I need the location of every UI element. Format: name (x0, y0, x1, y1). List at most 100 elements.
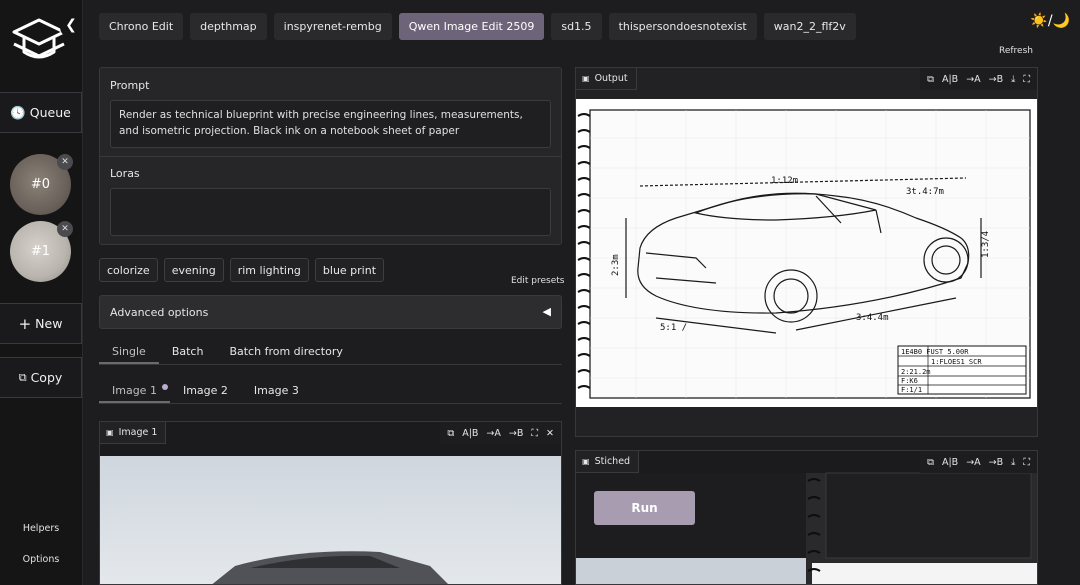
send-to-b-button[interactable]: →B (986, 74, 1006, 85)
image-icon: ▣ (106, 428, 114, 437)
queue-item[interactable]: #1 ✕ (10, 221, 73, 282)
modified-dot-icon (161, 384, 168, 390)
tab-chrono-edit[interactable]: Chrono Edit (99, 13, 184, 40)
tab-wan22-flf2v[interactable]: wan2_2_flf2v (763, 13, 856, 40)
queue-button[interactable]: 🕓 Queue (0, 92, 82, 133)
output-toolbar: ⧉ A|B →A →B ⤓ ⛶ (920, 68, 1037, 90)
tab-inspyrenet-rembg[interactable]: inspyrenet-rembg (273, 13, 392, 40)
image-icon: ▣ (582, 457, 590, 466)
tab-qwen-image-edit[interactable]: Qwen Image Edit 2509 (398, 13, 545, 40)
theme-toggle[interactable]: ☀️/🌙 (1030, 13, 1070, 29)
mode-tabs: Single Batch Batch from directory (99, 341, 562, 365)
fullscreen-icon[interactable]: ⛶ (528, 428, 541, 439)
advanced-options-label: Advanced options (110, 305, 209, 319)
fullscreen-icon[interactable]: ⛶ (1020, 457, 1033, 468)
chevron-left-icon: ❮ (65, 17, 77, 33)
queue-item-label: #1 (30, 244, 51, 259)
caret-left-icon: ◀ (542, 305, 551, 318)
swap-ab-button[interactable]: A|B (939, 74, 961, 85)
tab-image-1[interactable]: Image 1 (99, 380, 170, 403)
tab-image-1-label: Image 1 (112, 384, 157, 397)
queue-item[interactable]: #0 ✕ (10, 154, 73, 215)
download-icon[interactable]: ⤓ (1008, 74, 1018, 85)
loras-input[interactable] (110, 188, 551, 236)
sidebar: ❮ 🕓 Queue #0 ✕ #1 ✕ + New ⧉ Copy Helpers… (0, 0, 83, 585)
tab-image-2[interactable]: Image 2 (170, 380, 241, 403)
preset-list: colorize evening rim lighting blue print (99, 258, 385, 282)
download-icon[interactable]: ⤓ (1008, 457, 1018, 468)
copy-image-icon[interactable]: ⧉ (924, 74, 937, 85)
swap-ab-button[interactable]: A|B (939, 457, 961, 468)
dim-top-label: 1:12m (771, 176, 798, 186)
image1-toolbar: ⧉ A|B →A →B ⛶ ✕ (440, 422, 561, 444)
new-label: New (35, 316, 63, 331)
output-label: Output (594, 73, 628, 84)
new-button[interactable]: + New (0, 303, 82, 344)
copy-image-icon[interactable]: ⧉ (444, 428, 457, 439)
stiched-label: Stiched (594, 456, 631, 467)
copy-image-icon[interactable]: ⧉ (924, 457, 937, 468)
run-button[interactable]: Run (594, 491, 695, 525)
options-link[interactable]: Options (0, 554, 82, 565)
title-row-4: F:K6 (901, 377, 918, 385)
loras-label: Loras (110, 167, 140, 180)
collapse-sidebar-button[interactable]: ❮ (60, 12, 82, 38)
close-icon[interactable]: ✕ (57, 221, 73, 237)
preset-blue-print[interactable]: blue print (314, 258, 385, 282)
advanced-options-accordion[interactable]: Advanced options ◀ (99, 295, 562, 329)
dim-bottom-right-label: 3:4.4m (856, 313, 889, 323)
output-box: 1:12m 3t.4:7m 2:3m 1:3/4 5:1 / 3:4.4m 1E… (575, 67, 1038, 437)
close-icon[interactable]: ✕ (57, 154, 73, 170)
stiched-label-tag: ▣ Stiched (576, 451, 640, 473)
close-icon[interactable]: ✕ (543, 428, 557, 439)
send-to-a-button[interactable]: →A (963, 457, 983, 468)
dim-right-label: 3t.4:7m (906, 187, 944, 197)
divider (100, 156, 561, 157)
send-to-b-button[interactable]: →B (986, 457, 1006, 468)
copy-icon: ⧉ (18, 370, 27, 384)
title-row-5: F:1/1 (901, 386, 922, 394)
stiched-toolbar: ⧉ A|B →A →B ⤓ ⛶ (920, 451, 1037, 473)
tab-batch[interactable]: Batch (159, 341, 217, 364)
edit-presets-link[interactable]: Edit presets (511, 276, 565, 286)
tab-batch-from-directory[interactable]: Batch from directory (216, 341, 355, 364)
image1-label-tag: ▣ Image 1 (100, 422, 167, 444)
copy-button[interactable]: ⧉ Copy (0, 357, 82, 398)
app-root: ❮ 🕓 Queue #0 ✕ #1 ✕ + New ⧉ Copy Helpers… (0, 0, 1080, 585)
prompt-panel: Prompt Render as technical blueprint wit… (99, 67, 562, 245)
tab-sd15[interactable]: sd1.5 (551, 13, 602, 40)
dim-side-label: 1:3/4 (981, 231, 991, 258)
send-to-b-button[interactable]: →B (506, 428, 526, 439)
input-car-photo (100, 456, 561, 584)
tab-single[interactable]: Single (99, 341, 159, 364)
dim-height-label: 2:3m (611, 254, 621, 276)
prompt-input[interactable]: Render as technical blueprint with preci… (110, 100, 551, 148)
title-row-2: 1:FLOES1 SCR (931, 358, 982, 366)
copy-label: Copy (30, 370, 63, 385)
image-tabs: Image 1 Image 2 Image 3 (99, 380, 562, 404)
clock-icon: 🕓 (10, 104, 26, 120)
tab-thispersondoesnotexist[interactable]: thispersondoesnotexist (608, 13, 757, 40)
title-row-1: 1E4B0 FUST 5.00R (901, 348, 969, 356)
image1-box: ▣ Image 1 ⧉ A|B →A →B ⛶ ✕ (99, 421, 562, 585)
queue-item-label: #0 (30, 177, 51, 192)
helpers-link[interactable]: Helpers (0, 523, 82, 534)
fullscreen-icon[interactable]: ⛶ (1020, 74, 1033, 85)
dim-bottom-left-label: 5:1 / (660, 323, 687, 333)
preset-evening[interactable]: evening (163, 258, 224, 282)
plus-icon: + (18, 314, 32, 333)
send-to-a-button[interactable]: →A (483, 428, 503, 439)
preset-rim-lighting[interactable]: rim lighting (229, 258, 309, 282)
workflow-tabbar: Chrono Edit depthmap inspyrenet-rembg Qw… (99, 13, 856, 40)
send-to-a-button[interactable]: →A (963, 74, 983, 85)
output-blueprint-image: 1:12m 3t.4:7m 2:3m 1:3/4 5:1 / 3:4.4m 1E… (576, 68, 1037, 436)
image1-label: Image 1 (118, 427, 158, 438)
prompt-label: Prompt (110, 79, 150, 92)
tab-image-3[interactable]: Image 3 (241, 380, 312, 403)
tab-depthmap[interactable]: depthmap (190, 13, 267, 40)
preset-colorize[interactable]: colorize (99, 258, 158, 282)
image-icon: ▣ (582, 74, 590, 83)
output-label-tag: ▣ Output (576, 68, 637, 90)
refresh-link[interactable]: Refresh (999, 46, 1033, 56)
swap-ab-button[interactable]: A|B (459, 428, 481, 439)
